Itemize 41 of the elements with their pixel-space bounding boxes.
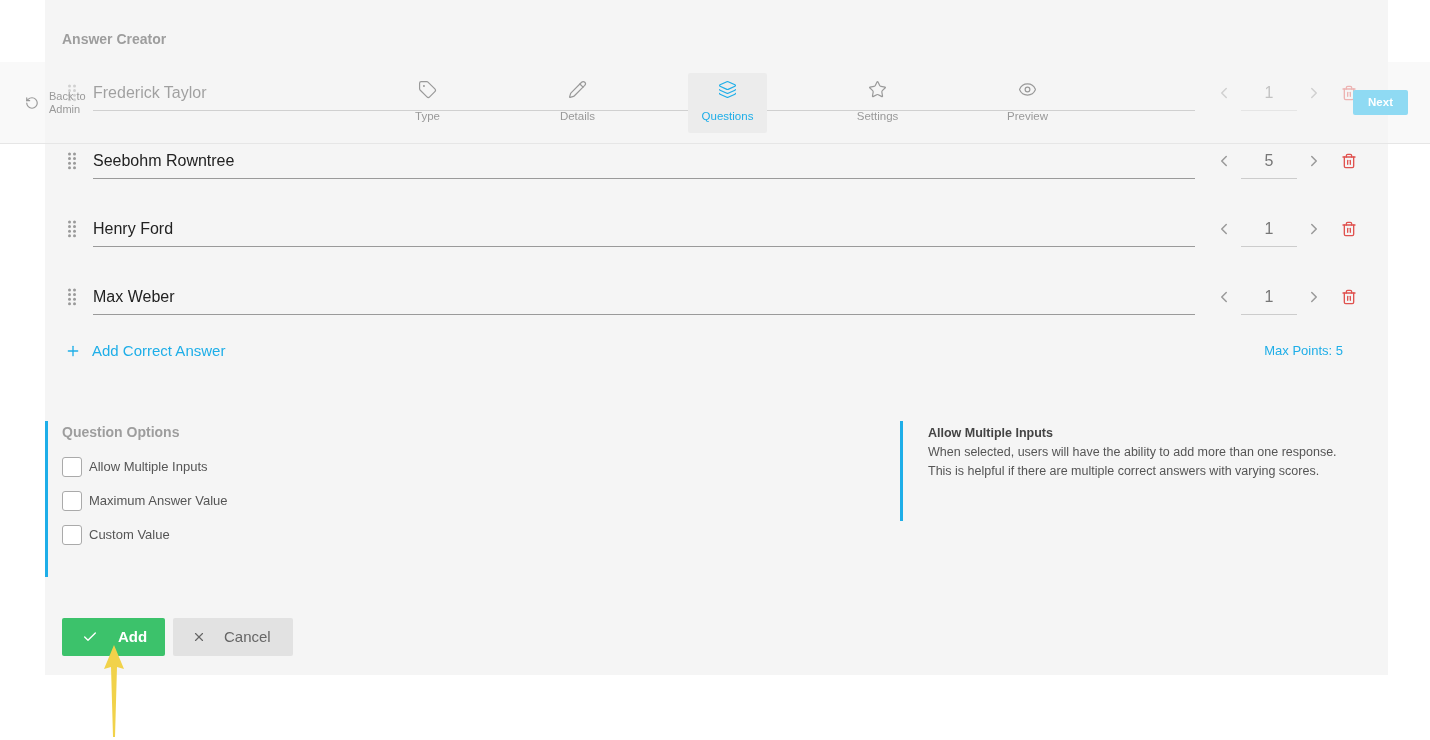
trash-icon — [1341, 153, 1357, 169]
drag-handle-icon[interactable] — [68, 152, 76, 170]
delete-button[interactable] — [1341, 289, 1357, 305]
help-text: When selected, users will have the ability to add more than one response. This is helpful if there are multiple correct answers with varying scores. — [928, 443, 1338, 480]
undo-icon — [25, 95, 39, 110]
trash-icon — [1341, 289, 1357, 305]
add-button[interactable]: Add — [62, 618, 165, 656]
close-icon — [192, 630, 206, 644]
answer-input[interactable]: Seebohm Rowntree — [93, 143, 1195, 179]
trash-icon — [1341, 85, 1357, 101]
points-input[interactable]: 1 — [1241, 279, 1297, 315]
checkbox[interactable] — [62, 491, 82, 511]
star-icon — [868, 79, 887, 99]
points-input[interactable]: 1 — [1241, 211, 1297, 247]
pencil-icon — [568, 79, 587, 99]
drag-handle-icon[interactable] — [68, 288, 76, 306]
drag-handle-icon[interactable] — [68, 220, 76, 238]
answer-input[interactable]: Max Weber — [93, 279, 1195, 315]
checkbox-label: Maximum Answer Value — [89, 492, 228, 511]
options-title: Question Options — [62, 423, 181, 442]
trash-icon — [1341, 221, 1357, 237]
points-input[interactable]: 5 — [1241, 143, 1297, 179]
checkbox[interactable] — [62, 457, 82, 477]
plus-icon — [65, 343, 81, 359]
max-points-label: Max Points: 5 — [1264, 342, 1343, 361]
delete-button[interactable] — [1341, 85, 1357, 101]
next-button[interactable]: Next — [1353, 90, 1408, 115]
nav-tab[interactable]: Questions — [688, 72, 767, 133]
cancel-button[interactable]: Cancel — [173, 618, 293, 656]
checkbox-label: Custom Value — [89, 526, 170, 545]
tag-icon — [418, 79, 437, 99]
layers-icon — [718, 79, 737, 99]
back-button[interactable]: Back to Admin — [25, 89, 91, 116]
add-answer-link[interactable]: Add Correct Answer — [65, 339, 226, 363]
checkbox-label: Allow Multiple Inputs — [89, 458, 208, 477]
answer-input[interactable]: Henry Ford — [93, 211, 1195, 247]
delete-button[interactable] — [1341, 221, 1357, 237]
checkbox[interactable] — [62, 525, 82, 545]
section-title: Answer Creator — [62, 30, 168, 47]
help-title: Allow Multiple Inputs — [928, 425, 1054, 442]
delete-button[interactable] — [1341, 153, 1357, 169]
